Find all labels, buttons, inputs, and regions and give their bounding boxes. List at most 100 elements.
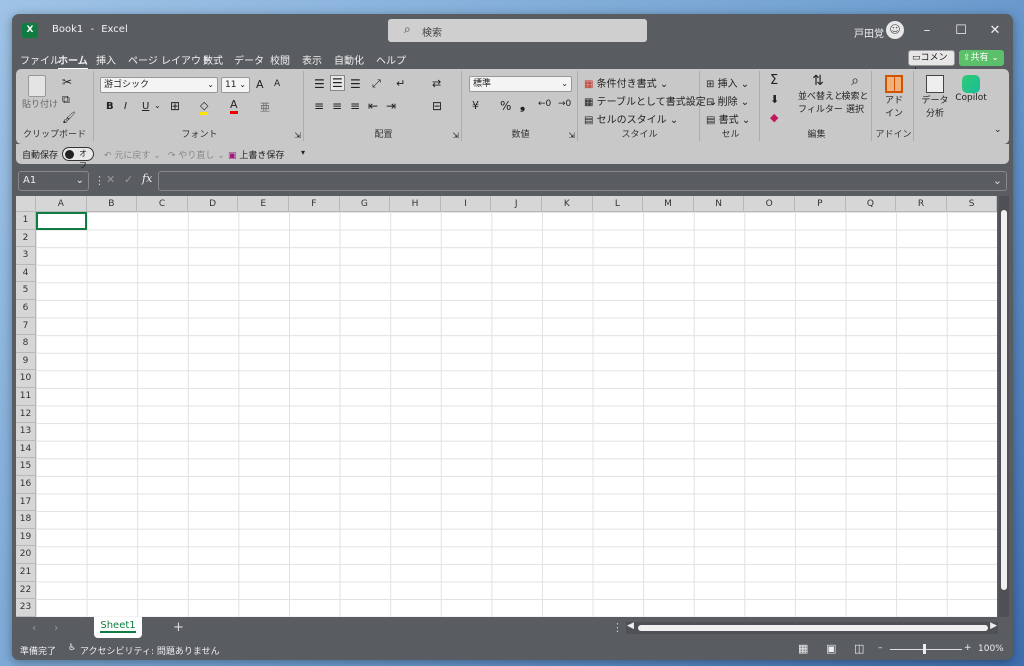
next-sheet-icon[interactable]: ›: [54, 621, 58, 634]
zoom-thumb[interactable]: [923, 644, 926, 654]
fill-color-icon[interactable]: ◇: [200, 99, 209, 115]
column-header[interactable]: J: [491, 196, 542, 212]
maximize-button[interactable]: ☐: [944, 14, 978, 48]
column-header[interactable]: A: [36, 196, 87, 212]
cell-styles-button[interactable]: ▤ セルのスタイル ⌄: [584, 111, 678, 126]
enter-icon[interactable]: ✓: [124, 173, 133, 186]
tab-review[interactable]: 校閲: [270, 52, 290, 67]
vertical-scrollbar[interactable]: [999, 196, 1009, 617]
column-header[interactable]: G: [339, 196, 391, 212]
scroll-right-icon[interactable]: ▶: [990, 621, 997, 631]
undo-button[interactable]: ↶ 元に戻す ⌄: [104, 148, 161, 161]
align-right-icon[interactable]: ≡: [350, 99, 360, 113]
zoom-slider[interactable]: [890, 644, 962, 654]
autosum-button[interactable]: Σ: [770, 73, 778, 88]
column-header[interactable]: Q: [845, 196, 897, 212]
tab-file[interactable]: ファイル: [20, 52, 60, 67]
align-bottom-icon[interactable]: ☰: [350, 77, 361, 91]
orientation-icon[interactable]: ⤢: [372, 77, 381, 91]
row-header[interactable]: 19: [16, 528, 36, 547]
fill-icon[interactable]: ⬇: [770, 93, 779, 106]
increase-decimal-icon[interactable]: ←0: [538, 99, 551, 109]
page-break-view-icon[interactable]: ◫: [854, 642, 864, 655]
number-format-select[interactable]: 標準 ⌄: [469, 76, 572, 92]
align-center-icon[interactable]: ≡: [332, 99, 342, 113]
active-cell[interactable]: [36, 212, 87, 230]
row-header[interactable]: 2: [16, 229, 36, 248]
dialog-launcher-icon[interactable]: ⇲: [452, 131, 459, 140]
close-button[interactable]: ✕: [978, 14, 1012, 48]
underline-button[interactable]: U: [142, 101, 149, 112]
add-sheet-button[interactable]: +: [173, 620, 184, 635]
column-header[interactable]: H: [390, 196, 441, 212]
column-header[interactable]: E: [238, 196, 289, 212]
row-header[interactable]: 18: [16, 511, 36, 529]
comma-button[interactable]: ❟: [520, 98, 525, 113]
merge-cells-icon[interactable]: ⊟: [432, 99, 442, 113]
row-header[interactable]: 20: [16, 546, 36, 564]
find-select-button[interactable]: ⌕ 検索と 選択: [840, 73, 870, 115]
decrease-decimal-icon[interactable]: →0: [558, 99, 571, 109]
column-header[interactable]: R: [896, 196, 947, 212]
row-header[interactable]: 11: [16, 388, 36, 406]
format-as-table-button[interactable]: ▦ テーブルとして書式設定 ⌄: [584, 93, 717, 108]
insert-function-button[interactable]: fx: [142, 172, 152, 185]
row-header[interactable]: 4: [16, 264, 36, 283]
font-size-select[interactable]: 11 ⌄: [221, 77, 250, 93]
scroll-left-icon[interactable]: ◀: [627, 621, 634, 631]
cut-icon[interactable]: ✂: [62, 75, 72, 89]
column-header[interactable]: P: [795, 196, 846, 212]
zoom-in-button[interactable]: +: [964, 643, 972, 653]
column-header[interactable]: N: [693, 196, 745, 212]
cells-area[interactable]: [36, 212, 997, 617]
column-header[interactable]: K: [542, 196, 593, 212]
tab-page-layout[interactable]: ページ レイアウト: [128, 52, 211, 67]
percent-button[interactable]: %: [500, 99, 511, 113]
font-name-select[interactable]: 游ゴシック ⌄: [100, 77, 218, 93]
row-header[interactable]: 21: [16, 564, 36, 582]
column-header[interactable]: D: [187, 196, 239, 212]
zoom-out-button[interactable]: –: [878, 643, 883, 653]
column-header[interactable]: I: [440, 196, 492, 212]
zoom-level[interactable]: 100%: [978, 644, 1004, 654]
accessibility-status[interactable]: アクセシビリティ: 問題ありません: [80, 644, 220, 657]
align-left-icon[interactable]: ≡: [314, 99, 324, 113]
italic-button[interactable]: I: [124, 101, 127, 112]
column-header[interactable]: C: [137, 196, 188, 212]
paste-button[interactable]: 貼り付け: [22, 75, 58, 119]
tab-automate[interactable]: 自動化: [334, 52, 364, 67]
addins-button[interactable]: アド イン: [878, 75, 910, 119]
avatar[interactable]: ☺: [886, 21, 904, 39]
column-header[interactable]: O: [744, 196, 795, 212]
indent-icon[interactable]: ⇥: [386, 99, 396, 113]
comment-button[interactable]: ▭コメント: [908, 50, 955, 77]
bold-button[interactable]: B: [106, 101, 114, 112]
tab-home[interactable]: ホーム: [58, 52, 88, 70]
row-header[interactable]: 23: [16, 599, 36, 617]
column-header[interactable]: M: [643, 196, 694, 212]
row-header[interactable]: 15: [16, 458, 36, 476]
search-box[interactable]: ⌕ 検索: [388, 19, 647, 42]
tab-help[interactable]: ヘルプ: [376, 52, 406, 67]
cancel-icon[interactable]: ✕: [106, 173, 115, 186]
row-header[interactable]: 12: [16, 405, 36, 424]
column-header[interactable]: S: [946, 196, 997, 212]
normal-view-icon[interactable]: ▦: [798, 642, 808, 655]
delete-cells-button[interactable]: ⊟ 削除 ⌄: [706, 93, 749, 108]
chevron-down-icon[interactable]: ⌄: [154, 101, 161, 110]
row-header[interactable]: 6: [16, 300, 36, 318]
font-color-icon[interactable]: A: [230, 98, 238, 114]
redo-button[interactable]: ↷ やり直し ⌄: [168, 148, 225, 161]
row-header[interactable]: 1: [16, 212, 36, 230]
select-all-corner[interactable]: [16, 196, 36, 212]
row-header[interactable]: 22: [16, 581, 36, 600]
page-layout-view-icon[interactable]: ▣: [826, 642, 836, 655]
align-top-icon[interactable]: ☰: [314, 77, 325, 91]
align-middle-icon[interactable]: ☰: [330, 75, 345, 91]
sort-filter-button[interactable]: ⇅ 並べ替えと フィルター: [798, 73, 843, 115]
dialog-launcher-icon[interactable]: ⇲: [294, 131, 301, 140]
scroll-thumb[interactable]: [638, 625, 988, 631]
outdent-icon[interactable]: ⇤: [368, 99, 378, 113]
row-header[interactable]: 10: [16, 370, 36, 388]
name-box[interactable]: A1 ⌄: [18, 171, 89, 191]
